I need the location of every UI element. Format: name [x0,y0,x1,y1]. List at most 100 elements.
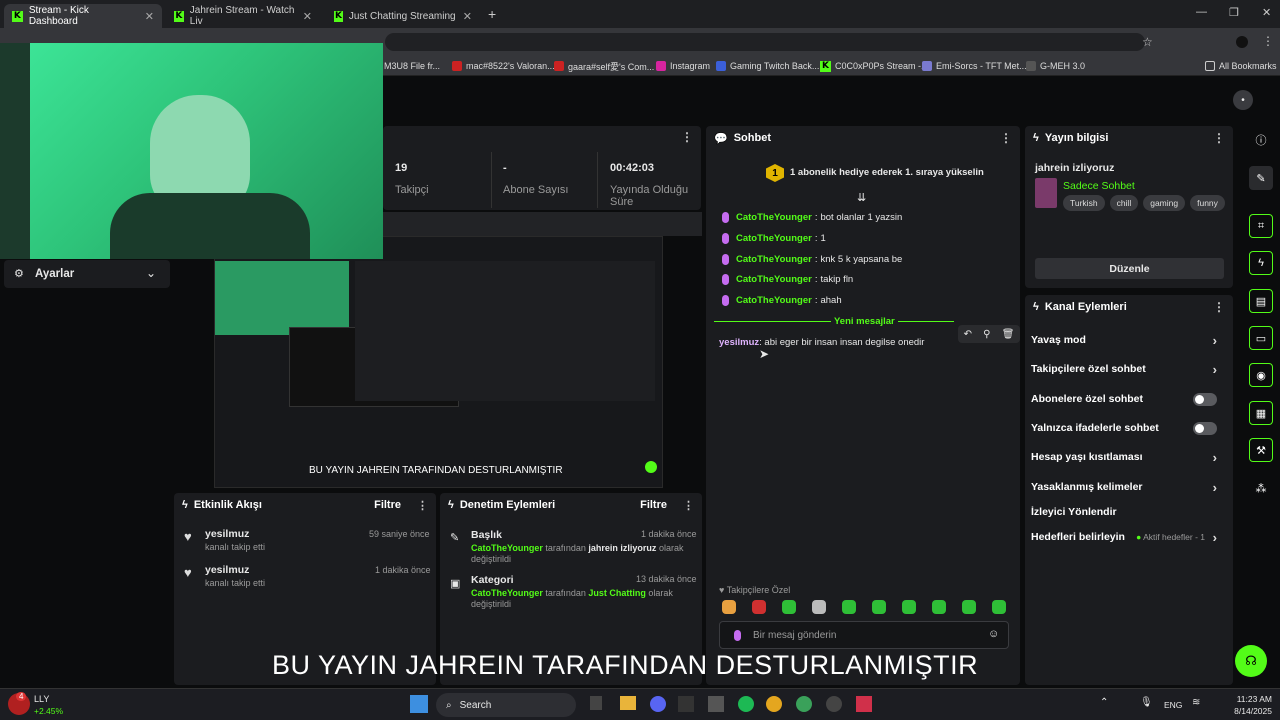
emoji-icon[interactable]: ☺ [988,628,999,640]
language-indicator[interactable]: ENG [1164,700,1182,710]
new-tab-icon[interactable]: + [488,6,496,22]
tab-kick-dashboard[interactable]: K Stream - Kick Dashboard ✕ [4,4,162,28]
category-icon: ▣ [450,578,461,590]
bookmark-item[interactable]: G-MEH 3.0 [1026,56,1085,76]
moderation-filter-button[interactable]: Filtre [640,499,667,511]
action-slow-mode[interactable]: Yavaş mod › [1031,331,1225,349]
more-icon[interactable]: ⋮ [683,499,694,512]
settings-section[interactable]: ⚙ Ayarlar ⌄ [4,260,170,288]
emote-icon[interactable] [722,600,736,614]
emote-icon[interactable] [962,600,976,614]
apps-icon[interactable]: ⁂ [1249,476,1273,500]
info-icon[interactable]: ⓘ [1249,128,1273,152]
help-icon[interactable]: ☊ [1235,645,1267,677]
bolt-icon[interactable]: ϟ [1249,251,1273,275]
close-icon[interactable]: ✕ [463,10,472,23]
chrome-profile-icon[interactable] [796,696,812,712]
bookmark-item[interactable]: gaara#self愛's Com... [554,56,654,76]
activity-user[interactable]: yesilmuz [205,528,249,540]
chat-message[interactable]: CatoTheYounger: knk 5 k yapsana be [722,254,902,265]
mic-icon[interactable]: 🎙 [1140,697,1153,708]
emote-icon[interactable] [752,600,766,614]
chat-message[interactable]: CatoTheYounger:1 [722,233,826,244]
pencil-icon[interactable]: ✎ [1249,166,1273,190]
emote-icon[interactable] [872,600,886,614]
windows-start-icon[interactable] [410,695,428,713]
app-icon[interactable] [678,696,694,712]
emote-icon[interactable] [842,600,856,614]
action-emotes-only[interactable]: Yalnızca ifadelerle sohbet [1031,419,1225,437]
action-subscribers-only[interactable]: Abonelere özel sohbet [1031,390,1225,408]
avatar[interactable]: • [1233,90,1253,110]
profile-avatar[interactable] [1236,36,1248,48]
wifi-icon[interactable]: ≋ [1192,697,1200,708]
stream-preview[interactable]: BU YAYIN JAHREIN TARAFINDAN DESTURLANMIŞ… [214,236,663,488]
menu-icon[interactable]: ⋮ [1262,34,1274,48]
more-icon[interactable]: ⋮ [1000,131,1012,145]
wrench-icon[interactable]: ⚒ [1249,438,1273,462]
obs-icon[interactable] [826,696,842,712]
explorer-icon[interactable] [620,696,636,710]
bookmark-item[interactable]: Instagram [656,56,710,76]
app-icon[interactable] [856,696,872,712]
action-goals[interactable]: Hedefleri belirleyin ● Aktif hedefler - 1… [1031,528,1225,546]
more-icon[interactable]: ⋮ [417,499,428,512]
minimize-icon[interactable]: — [1196,6,1207,18]
trash-icon[interactable]: 🗑 [1002,329,1015,340]
bookmark-item[interactable]: K C0C0xP0Ps Stream -... [820,56,929,76]
scroll-down-icon[interactable]: ⇊ [857,191,866,204]
document-icon[interactable]: ▤ [1249,289,1273,313]
action-followers-only[interactable]: Takipçilere özel sohbet › [1031,360,1225,378]
emote-icon[interactable] [992,600,1006,614]
action-raid[interactable]: İzleyici Yönlendir [1031,503,1225,521]
bookmark-item[interactable]: Emi-Sorcs - TFT Met... [922,56,1027,76]
action-banned-words[interactable]: Yasaklanmış kelimeler › [1031,478,1225,496]
chevron-up-icon[interactable]: ⌃ [1100,697,1108,708]
bookmark-item[interactable]: Gaming Twitch Back... [716,56,819,76]
crop-icon[interactable]: ⌗ [1249,214,1273,238]
star-icon[interactable]: ☆ [1142,35,1153,49]
broadcast-icon[interactable]: ◉ [1249,363,1273,387]
category-name[interactable]: Sadece Sohbet [1063,180,1135,192]
activity-user[interactable]: yesilmuz [205,564,249,576]
action-account-age[interactable]: Hesap yaşı kısıtlaması › [1031,448,1225,466]
maximize-icon[interactable]: ❐ [1229,6,1239,19]
chat-message[interactable]: CatoTheYounger: takip fln [722,274,853,285]
tab-jahrein-stream[interactable]: K Jahrein Stream - Watch Liv ✕ [166,4,320,28]
clock-date[interactable]: 8/14/2025 [1224,706,1272,716]
chat-input[interactable]: Bir mesaj gönderin ☺ [719,621,1009,649]
chat-message-latest[interactable]: yesilmuz: abi eger bir insan insan degil… [719,337,924,348]
edit-button[interactable]: Düzenle [1035,258,1224,279]
chat-icon[interactable]: ▭ [1249,326,1273,350]
taskbar-search[interactable]: ⌕ Search [436,693,576,717]
toggle-switch[interactable] [1193,392,1217,406]
bookmark-item[interactable]: mac#8522's Valoran... [452,56,555,76]
url-input[interactable] [385,33,1145,51]
more-icon[interactable]: ⋮ [681,130,693,144]
clock-time[interactable]: 11:23 AM [1228,694,1272,704]
more-icon[interactable]: ⋮ [1213,300,1225,314]
pin-icon[interactable]: ⚲ [983,329,990,340]
spotify-icon[interactable] [738,696,754,712]
toggle-switch[interactable] [1193,421,1217,435]
tab-just-chatting[interactable]: KJust Chatting Streaming - Live✕ [326,4,480,28]
close-icon[interactable]: ✕ [303,10,312,23]
close-window-icon[interactable]: ✕ [1262,6,1271,19]
app-icon[interactable] [708,696,724,712]
more-icon[interactable]: ⋮ [1213,131,1225,145]
emote-icon[interactable] [812,600,826,614]
layout-icon[interactable]: ▦ [1249,401,1273,425]
emote-icon[interactable] [782,600,796,614]
emote-icon[interactable] [902,600,916,614]
bookmark-item[interactable]: M3U8 File fr... [384,56,440,76]
chat-message[interactable]: CatoTheYounger: ahah [722,295,842,306]
chat-message[interactable]: CatoTheYounger: bot olanlar 1 yazsin [722,212,902,223]
activity-filter-button[interactable]: Filtre [374,499,401,511]
task-view-icon[interactable] [590,696,602,710]
emote-icon[interactable] [932,600,946,614]
all-bookmarks[interactable]: All Bookmarks [1205,56,1277,76]
discord-icon[interactable] [650,696,666,712]
undo-icon[interactable]: ↶ [964,329,972,340]
close-icon[interactable]: ✕ [145,10,154,23]
chrome-icon[interactable] [766,696,782,712]
